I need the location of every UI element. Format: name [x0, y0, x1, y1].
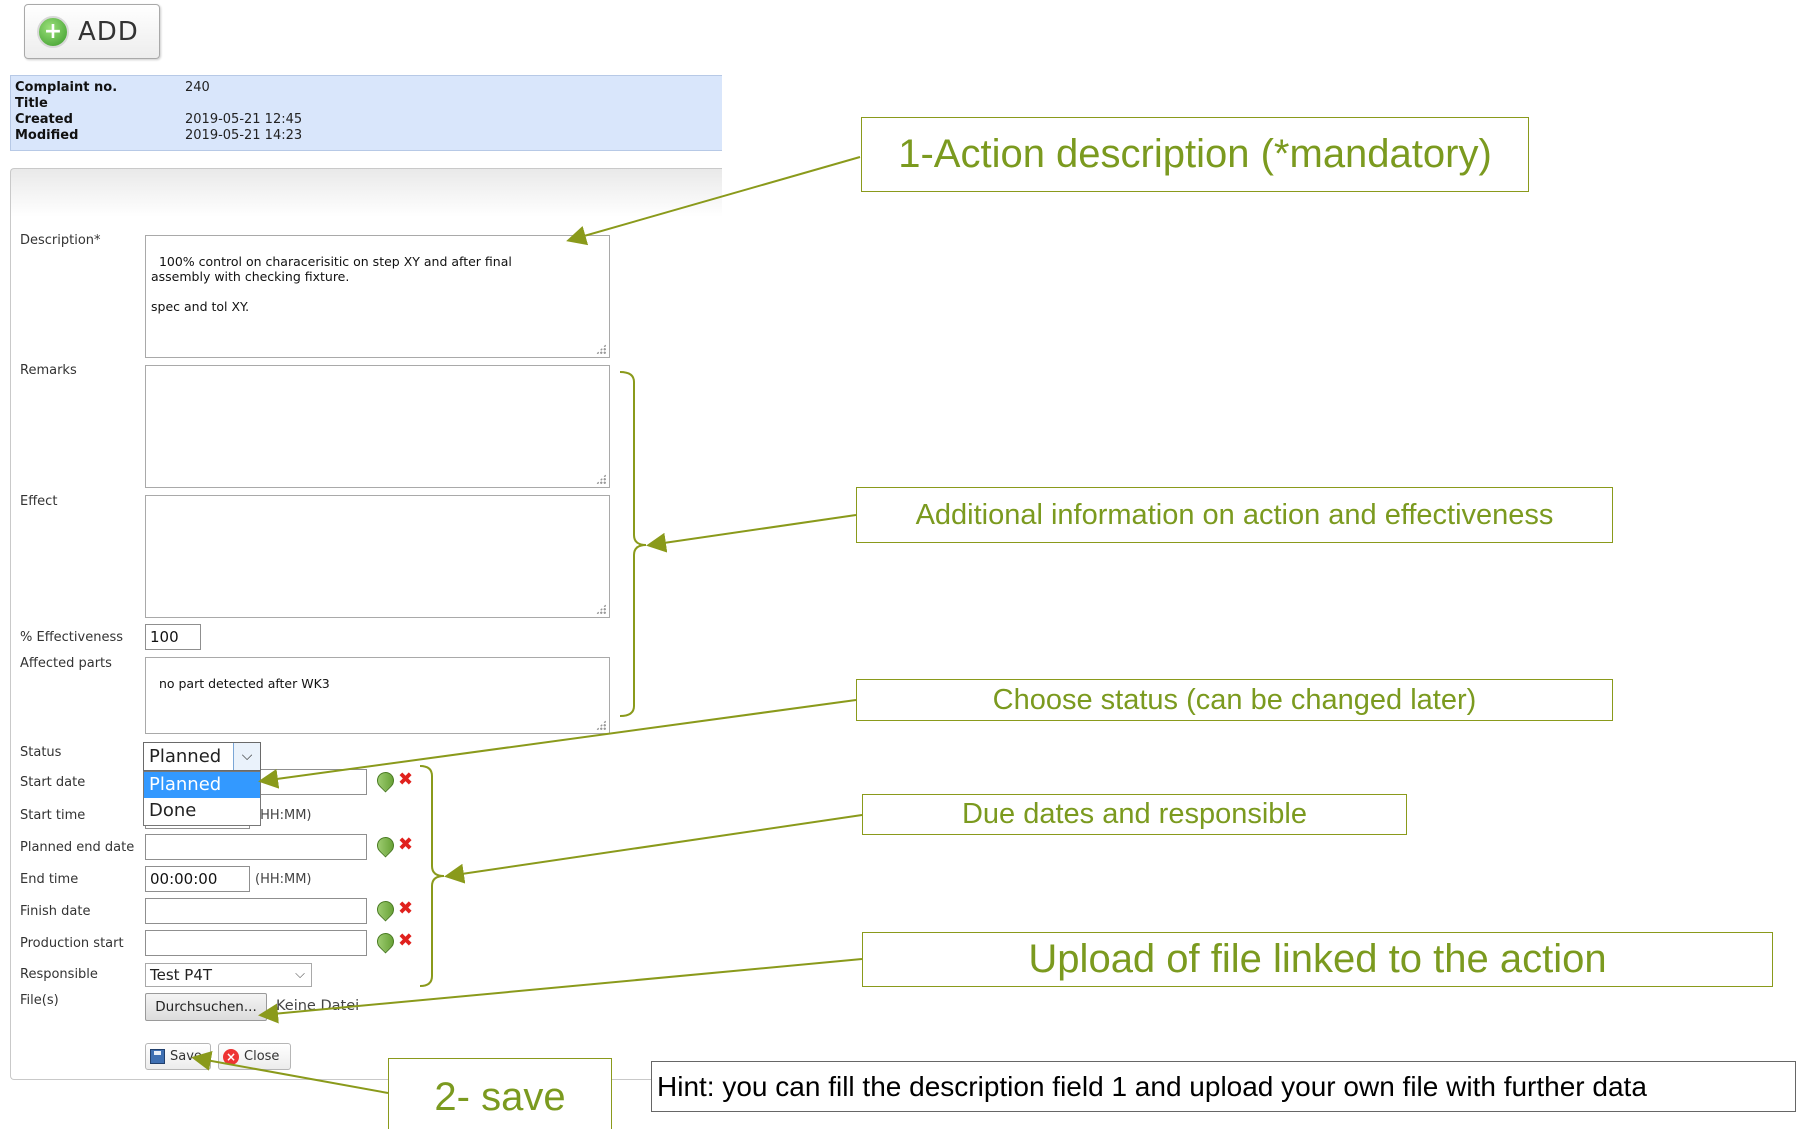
callout-due-dates: Due dates and responsible [862, 794, 1407, 835]
callout-choose-status: Choose status (can be changed later) [856, 679, 1613, 721]
callout-save: 2- save [388, 1058, 612, 1129]
callout-upload-file: Upload of file linked to the action [862, 932, 1773, 987]
callout-additional-info: Additional information on action and eff… [856, 487, 1613, 543]
hint-box: Hint: you can fill the description field… [651, 1061, 1796, 1112]
callout-action-description: 1-Action description (*mandatory) [861, 117, 1529, 192]
